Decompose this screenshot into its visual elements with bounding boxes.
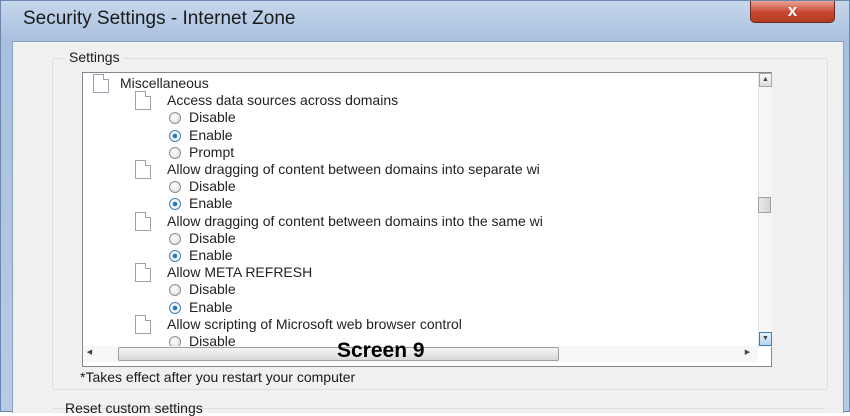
dialog-window: Security Settings - Internet Zone x Sett… <box>0 0 850 416</box>
radio-disable[interactable] <box>169 112 181 125</box>
screen-caption: Screen 9 <box>337 339 425 362</box>
page-icon <box>93 74 109 93</box>
option-label[interactable]: Disable <box>189 178 236 195</box>
option-label[interactable]: Prompt <box>189 144 234 161</box>
setting-label: Allow META REFRESH <box>167 264 313 281</box>
scroll-right-button[interactable]: ▶ <box>741 347 754 361</box>
page-icon <box>135 211 151 231</box>
radio-enable[interactable] <box>169 198 181 211</box>
setting-label: Allow dragging of content between domain… <box>167 161 540 177</box>
settings-group-label: Settings <box>65 49 124 65</box>
scroll-left-button[interactable]: ◀ <box>83 347 96 361</box>
page-icon <box>135 314 151 334</box>
vertical-scroll-thumb[interactable] <box>758 197 771 213</box>
radio-disable[interactable] <box>169 284 181 297</box>
close-button[interactable]: x <box>750 1 835 23</box>
setting-label: Allow scripting of Microsoft web browser… <box>167 315 462 332</box>
setting-label: Access data sources across domains <box>167 92 399 109</box>
settings-tree-list[interactable]: Miscellaneous Access data sources across … <box>82 72 772 367</box>
radio-enable[interactable] <box>169 250 181 262</box>
option-label[interactable]: Disable <box>189 230 236 247</box>
restart-footnote: *Takes effect after you restart your com… <box>80 369 356 385</box>
radio-disable[interactable] <box>169 181 181 194</box>
option-label[interactable]: Disable <box>189 109 236 126</box>
option-label[interactable]: Enable <box>189 299 233 316</box>
category-label: Miscellaneous <box>120 75 209 91</box>
reset-group-label: Reset custom settings <box>65 400 203 416</box>
close-icon: x <box>787 1 798 20</box>
option-label[interactable]: Enable <box>189 247 233 264</box>
scroll-up-button[interactable]: ▲ <box>759 73 772 87</box>
radio-enable[interactable] <box>169 301 181 314</box>
window-title: Security Settings - Internet Zone <box>23 8 296 29</box>
page-icon <box>135 263 151 283</box>
option-label[interactable]: Enable <box>189 195 233 212</box>
option-label[interactable]: Enable <box>189 127 233 144</box>
radio-enable[interactable] <box>169 129 181 142</box>
scroll-down-button[interactable]: ▼ <box>759 332 772 346</box>
page-icon <box>135 160 151 179</box>
radio-prompt[interactable] <box>169 146 181 159</box>
radio-disable[interactable] <box>169 232 181 245</box>
page-icon <box>135 91 151 111</box>
option-label[interactable]: Disable <box>189 281 236 298</box>
setting-label: Allow dragging of content between domain… <box>167 212 543 229</box>
